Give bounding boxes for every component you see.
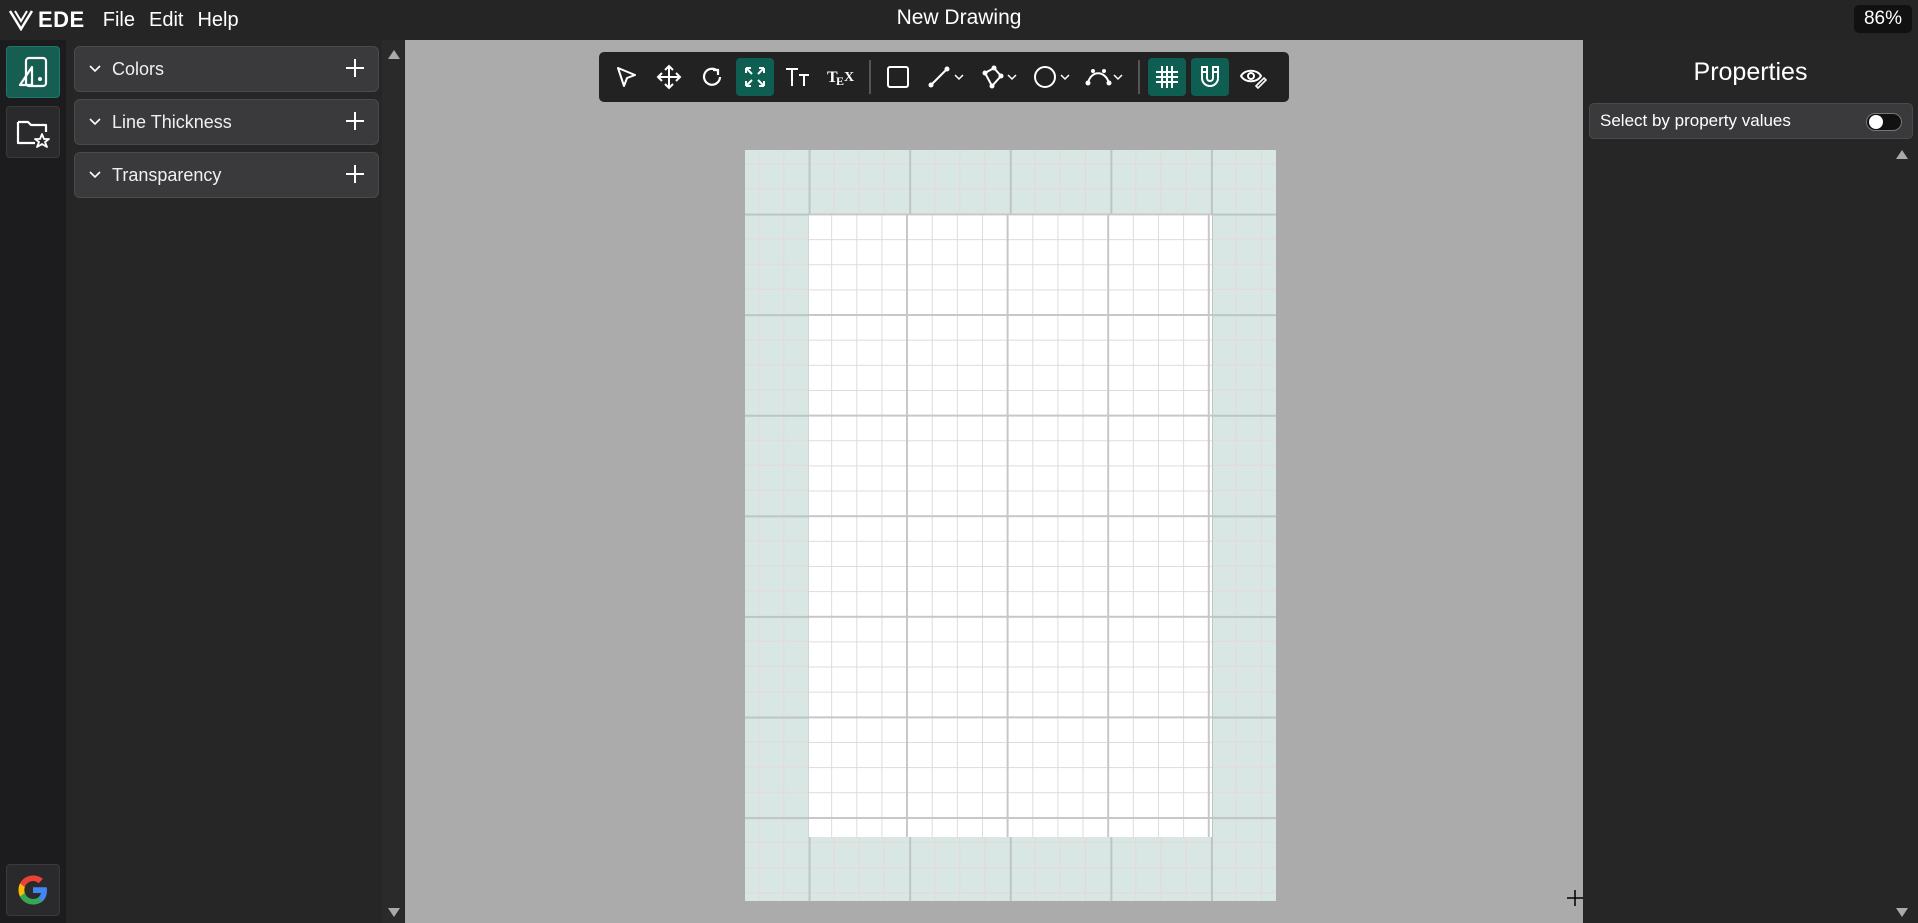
- drawing-canvas[interactable]: TEX: [405, 40, 1583, 923]
- document-title: New Drawing: [896, 6, 1022, 29]
- top-bar: EDE File Edit Help New Drawing 86%: [0, 0, 1918, 40]
- zoom-level[interactable]: 86%: [1853, 5, 1912, 33]
- shapes-panel-button[interactable]: [6, 46, 60, 98]
- polygon-tool[interactable]: [975, 58, 1023, 96]
- properties-title: Properties: [1693, 58, 1808, 86]
- scroll-down-icon[interactable]: [1896, 908, 1908, 917]
- section-label: Transparency: [112, 164, 222, 185]
- google-icon: [18, 875, 47, 905]
- ede-logo-icon: [8, 10, 34, 31]
- toolbar-separator: [869, 60, 871, 94]
- text-icon: [786, 68, 809, 86]
- favorites-button[interactable]: [6, 106, 60, 158]
- shapes-panel-icon: [18, 56, 48, 88]
- tex-icon: TE X: [827, 69, 854, 88]
- section-label: Colors: [112, 58, 165, 79]
- properties-panel: Properties Select by property values: [1583, 40, 1918, 923]
- line-tool[interactable]: [922, 58, 970, 96]
- add-color-icon[interactable]: [344, 57, 366, 79]
- scale-tool[interactable]: [736, 58, 774, 96]
- visibility-tool[interactable]: [1234, 58, 1272, 96]
- select-by-property-toggle[interactable]: [1866, 113, 1902, 131]
- app-logo: EDE: [8, 7, 85, 33]
- left-rail: [0, 40, 66, 923]
- rotate-tool[interactable]: [693, 58, 731, 96]
- menu-help[interactable]: Help: [197, 9, 238, 32]
- crosshair-cursor-icon: [1567, 890, 1583, 906]
- snap-magnet-icon: [1201, 66, 1219, 87]
- menu-edit[interactable]: Edit: [149, 9, 183, 32]
- drawing-page[interactable]: [745, 150, 1276, 901]
- grid-toggle[interactable]: [1148, 58, 1186, 96]
- scroll-down-icon[interactable]: [388, 908, 400, 917]
- menu-file[interactable]: File: [103, 9, 135, 32]
- menu-bar: File Edit Help: [103, 9, 239, 32]
- chevron-down-icon: [89, 65, 101, 73]
- select-by-property-row[interactable]: Select by property values: [1589, 103, 1913, 139]
- select-by-property-label: Select by property values: [1600, 111, 1791, 130]
- chevron-down-icon: [89, 118, 101, 126]
- logo-text: EDE: [38, 7, 85, 32]
- scroll-up-icon[interactable]: [1896, 150, 1908, 159]
- section-label: Line Thickness: [112, 111, 232, 132]
- move-icon: [656, 64, 682, 90]
- favorites-folder-icon: [16, 120, 50, 148]
- tool-bar: TEX: [599, 52, 1289, 102]
- bezier-tool[interactable]: [1081, 58, 1129, 96]
- section-colors[interactable]: Colors: [74, 46, 379, 92]
- section-line-thickness[interactable]: Line Thickness: [74, 99, 379, 145]
- svg-text:E: E: [836, 74, 844, 88]
- toolbar-separator: [1138, 60, 1140, 94]
- line-icon: [928, 66, 964, 88]
- select-arrow-icon: [617, 67, 636, 87]
- grid-icon: [1156, 66, 1178, 88]
- polygon-icon: [982, 65, 1017, 89]
- google-button[interactable]: [6, 864, 60, 916]
- toggle-knob: [1869, 115, 1883, 129]
- scroll-up-icon[interactable]: [388, 50, 400, 59]
- visibility-icon: [1239, 69, 1267, 90]
- left-panel-scrollbar[interactable]: [382, 40, 404, 923]
- svg-text:X: X: [844, 70, 854, 85]
- move-tool[interactable]: [650, 58, 688, 96]
- left-panel: Colors Line Thickness Transparency: [66, 40, 405, 923]
- circle-icon: [1034, 66, 1070, 88]
- rectangle-icon: [887, 66, 909, 88]
- select-tool[interactable]: [607, 58, 645, 96]
- bezier-icon: [1085, 69, 1123, 86]
- snap-toggle[interactable]: [1191, 58, 1229, 96]
- rotate-icon: [702, 67, 722, 86]
- add-transparency-icon[interactable]: [344, 163, 366, 185]
- section-transparency[interactable]: Transparency: [74, 152, 379, 198]
- circle-tool[interactable]: [1028, 58, 1076, 96]
- printable-area[interactable]: [809, 214, 1212, 837]
- scale-icon: [745, 67, 765, 87]
- rectangle-tool[interactable]: [879, 58, 917, 96]
- tex-tool[interactable]: TEX: [822, 58, 860, 96]
- text-tool[interactable]: [779, 58, 817, 96]
- add-line-thickness-icon[interactable]: [344, 110, 366, 132]
- chevron-down-icon: [89, 171, 101, 179]
